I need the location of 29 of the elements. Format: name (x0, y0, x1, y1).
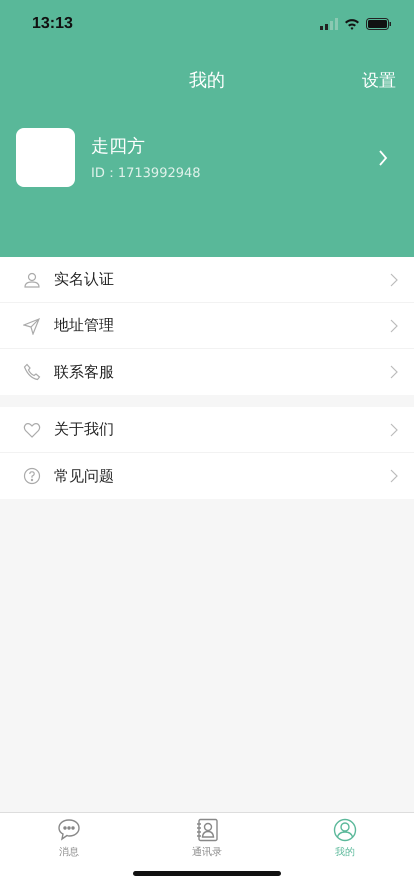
avatar (16, 128, 75, 187)
question-icon (23, 467, 41, 485)
user-name: 走四方 (91, 134, 146, 158)
signal-icon (320, 18, 338, 30)
menu-item[interactable]: 常见问题 (0, 453, 414, 499)
user-id: ID：1713992948 (91, 164, 202, 182)
status-time: 13:13 (32, 15, 73, 33)
chevron-icon (390, 469, 398, 483)
menu-item[interactable]: 地址管理 (0, 303, 414, 349)
menu-item[interactable]: 关于我们 (0, 407, 414, 453)
chevron-icon (390, 365, 398, 379)
heart-icon (23, 420, 41, 438)
wifi-icon (344, 18, 360, 30)
page-title: 我的 (189, 69, 225, 92)
chevron-icon (390, 422, 398, 436)
menu-item[interactable]: 实名认证 (0, 257, 414, 303)
chevron-icon (390, 318, 398, 332)
person-circle-icon (333, 818, 357, 842)
tab[interactable]: 消息 (29, 818, 109, 858)
chevron-icon[interactable] (378, 150, 388, 166)
send-icon (23, 316, 41, 334)
tab[interactable]: 通讯录 (167, 818, 247, 858)
phone-icon (23, 363, 41, 381)
menu-item[interactable]: 联系客服 (0, 349, 414, 395)
contact-book-icon (195, 818, 219, 842)
chat-bubble-icon (57, 818, 81, 842)
chevron-icon (390, 272, 398, 286)
person-icon (23, 270, 41, 288)
battery-icon (366, 18, 392, 30)
